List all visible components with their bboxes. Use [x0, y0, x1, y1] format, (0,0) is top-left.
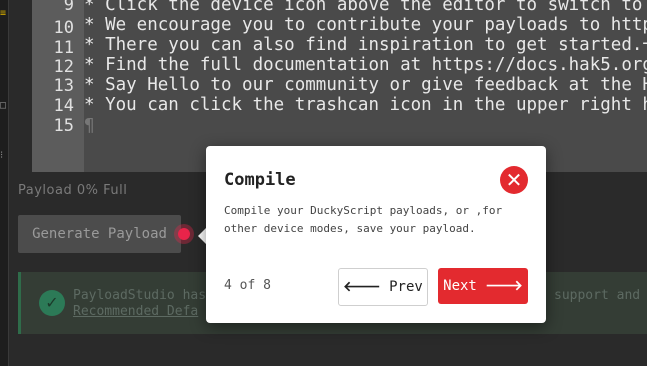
- arrow-left-icon: 🡐: [343, 279, 381, 295]
- side-marker-icon: ≡: [0, 8, 7, 19]
- side-strip: [0, 0, 9, 366]
- prev-button[interactable]: 🡐 Prev: [338, 268, 428, 306]
- code-line[interactable]: ¶: [84, 115, 95, 138]
- arrow-right-icon: 🡒: [485, 278, 523, 294]
- payload-status: Payload 0% Full: [18, 183, 128, 198]
- dialog-title: Compile: [224, 170, 296, 190]
- tour-dialog: Compile ✕ Compile your DuckyScript paylo…: [206, 146, 546, 323]
- notice-text: PayloadStudio has: [73, 288, 207, 303]
- line-number-gutter: 9 10 11 12 13 14 15: [32, 0, 85, 172]
- line-number: 9: [63, 0, 74, 15]
- next-label: Next: [443, 278, 477, 294]
- tour-pointer-dot: [178, 228, 190, 240]
- close-icon[interactable]: ✕: [500, 166, 528, 194]
- next-button[interactable]: Next 🡒: [438, 268, 528, 304]
- recommended-defaults-link[interactable]: Recommended Defa: [73, 304, 198, 319]
- generate-payload-button[interactable]: Generate Payload: [18, 215, 181, 253]
- code-line[interactable]: * You can click the trashcan icon in the…: [84, 94, 647, 117]
- step-counter: 4 of 8: [224, 278, 271, 293]
- notice-text-end: support and: [554, 288, 641, 303]
- prev-label: Prev: [389, 279, 423, 295]
- line-number: 15: [53, 116, 74, 136]
- dialog-body: Compile your DuckyScript payloads, or ,f…: [224, 204, 503, 235]
- side-marker-icon: ⁝: [0, 150, 4, 161]
- side-marker-icon: □: [0, 100, 7, 111]
- check-icon: ✓: [39, 290, 65, 316]
